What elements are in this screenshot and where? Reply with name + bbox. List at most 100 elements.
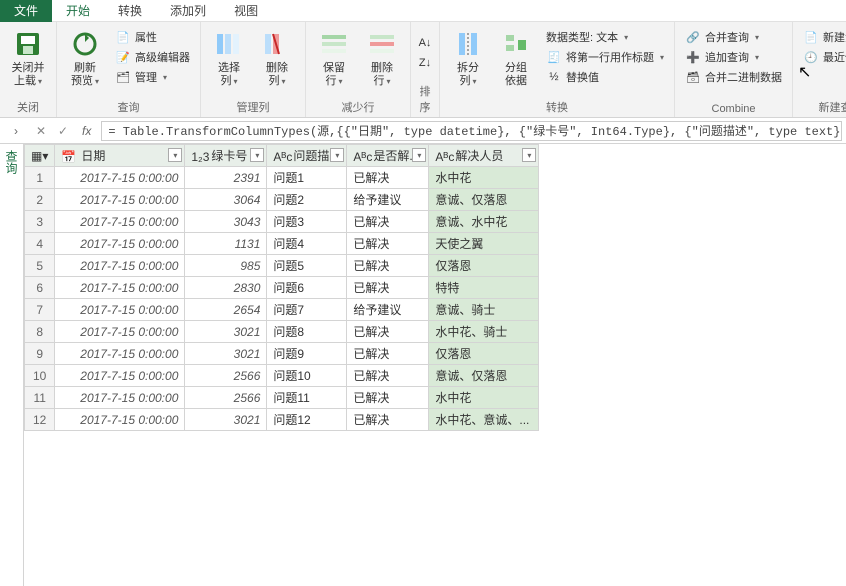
cell-date[interactable]: 2017-7-15 0:00:00 [55,343,185,365]
row-number[interactable]: 9 [25,343,55,365]
row-number[interactable]: 6 [25,277,55,299]
cell-card[interactable]: 2566 [185,387,267,409]
table-row[interactable]: 6 2017-7-15 0:00:00 2830 问题6 已解决 特特 [25,277,539,299]
cell-question[interactable]: 问题4 [267,233,347,255]
cell-question[interactable]: 问题5 [267,255,347,277]
table-row[interactable]: 10 2017-7-15 0:00:00 2566 问题10 已解决 意诚、仅落… [25,365,539,387]
groupby-button[interactable]: 分组 依据 [494,24,538,92]
cell-card[interactable]: 2830 [185,277,267,299]
cell-question[interactable]: 问题7 [267,299,347,321]
cell-card[interactable]: 3064 [185,189,267,211]
cell-status[interactable]: 给予建议 [347,299,429,321]
filter-icon[interactable]: ▾ [168,148,182,162]
table-row[interactable]: 5 2017-7-15 0:00:00 985 问题5 已解决 仅落恩 [25,255,539,277]
cell-status[interactable]: 已解决 [347,167,429,189]
data-grid-wrap[interactable]: ▦▾📅日期▾1₂3绿卡号▾Aᴮc问题描...▾Aᴮc是否解...▾Aᴮc解决人员… [24,144,846,586]
refresh-preview-button[interactable]: 刷新 预览 [63,24,107,92]
tab-convert[interactable]: 转换 [104,0,156,22]
manage-button[interactable]: 🗂管理 [111,68,194,86]
table-row[interactable]: 11 2017-7-15 0:00:00 2566 问题11 已解决 水中花 [25,387,539,409]
cell-status[interactable]: 给予建议 [347,189,429,211]
table-corner[interactable]: ▦▾ [25,145,55,167]
cell-person[interactable]: 意诚、仅落恩 [429,189,539,211]
cell-status[interactable]: 已解决 [347,321,429,343]
table-row[interactable]: 7 2017-7-15 0:00:00 2654 问题7 给予建议 意诚、骑士 [25,299,539,321]
sort-asc-button[interactable]: A↓ [417,35,433,51]
recent-sources-button[interactable]: 🕘最近使用的 [799,48,846,66]
tab-file[interactable]: 文件 [0,0,52,22]
cell-person[interactable]: 仅落恩 [429,255,539,277]
close-and-load-button[interactable]: 关闭并 上载 [6,24,50,92]
row-number[interactable]: 5 [25,255,55,277]
cell-card[interactable]: 985 [185,255,267,277]
sort-desc-button[interactable]: Z↓ [417,55,433,71]
combine-binary-button[interactable]: 🗃合并二进制数据 [681,68,786,86]
tab-view[interactable]: 视图 [220,0,272,22]
cell-date[interactable]: 2017-7-15 0:00:00 [55,277,185,299]
split-column-button[interactable]: 拆分 列 [446,24,490,92]
cell-date[interactable]: 2017-7-15 0:00:00 [55,211,185,233]
cell-question[interactable]: 问题1 [267,167,347,189]
keep-rows-button[interactable]: 保留 行 [312,24,356,92]
queries-rail-icon[interactable]: 查询 [3,150,20,174]
cell-card[interactable]: 2566 [185,365,267,387]
cell-status[interactable]: 已解决 [347,409,429,431]
table-row[interactable]: 12 2017-7-15 0:00:00 3021 问题12 已解决 水中花、意… [25,409,539,431]
cell-card[interactable]: 3021 [185,409,267,431]
cell-date[interactable]: 2017-7-15 0:00:00 [55,167,185,189]
cell-card[interactable]: 3043 [185,211,267,233]
cell-person[interactable]: 水中花 [429,167,539,189]
column-header[interactable]: Aᴮc解决人员▾ [429,145,539,167]
cell-person[interactable]: 天使之翼 [429,233,539,255]
remove-rows-button[interactable]: 删除 行 [360,24,404,92]
row-number[interactable]: 3 [25,211,55,233]
filter-icon[interactable]: ▾ [330,148,344,162]
column-header[interactable]: 📅日期▾ [55,145,185,167]
cell-card[interactable]: 3021 [185,343,267,365]
cell-question[interactable]: 问题2 [267,189,347,211]
row-number[interactable]: 1 [25,167,55,189]
cell-status[interactable]: 已解决 [347,233,429,255]
cell-status[interactable]: 已解决 [347,277,429,299]
cell-question[interactable]: 问题6 [267,277,347,299]
cell-question[interactable]: 问题3 [267,211,347,233]
cell-card[interactable]: 1131 [185,233,267,255]
table-row[interactable]: 9 2017-7-15 0:00:00 3021 问题9 已解决 仅落恩 [25,343,539,365]
row-number[interactable]: 4 [25,233,55,255]
row-number[interactable]: 8 [25,321,55,343]
cell-card[interactable]: 3021 [185,321,267,343]
remove-columns-button[interactable]: 删除 列 [255,24,299,92]
row-number[interactable]: 11 [25,387,55,409]
table-row[interactable]: 3 2017-7-15 0:00:00 3043 问题3 已解决 意诚、水中花 [25,211,539,233]
replace-values-button[interactable]: ½替换值 [542,68,668,86]
table-row[interactable]: 8 2017-7-15 0:00:00 3021 问题8 已解决 水中花、骑士 [25,321,539,343]
table-row[interactable]: 1 2017-7-15 0:00:00 2391 问题1 已解决 水中花 [25,167,539,189]
new-source-button[interactable]: 📄新建源 [799,28,846,46]
formula-cancel[interactable]: ✕ [32,124,50,138]
cell-date[interactable]: 2017-7-15 0:00:00 [55,387,185,409]
tab-addcolumn[interactable]: 添加列 [156,0,220,22]
row-number[interactable]: 12 [25,409,55,431]
cell-date[interactable]: 2017-7-15 0:00:00 [55,233,185,255]
cell-card[interactable]: 2391 [185,167,267,189]
cell-person[interactable]: 意诚、仅落恩 [429,365,539,387]
properties-button[interactable]: 📄属性 [111,28,194,46]
formula-confirm[interactable]: ✓ [54,124,72,138]
row-number[interactable]: 2 [25,189,55,211]
row-number[interactable]: 10 [25,365,55,387]
cell-status[interactable]: 已解决 [347,365,429,387]
cell-date[interactable]: 2017-7-15 0:00:00 [55,409,185,431]
filter-icon[interactable]: ▾ [250,148,264,162]
cell-date[interactable]: 2017-7-15 0:00:00 [55,299,185,321]
cell-question[interactable]: 问题12 [267,409,347,431]
formula-input[interactable]: = Table.TransformColumnTypes(源,{{"日期", t… [101,121,842,141]
cell-date[interactable]: 2017-7-15 0:00:00 [55,365,185,387]
datatype-button[interactable]: 数据类型: 文本 [542,28,668,46]
append-queries-button[interactable]: ➕追加查询 [681,48,786,66]
cell-question[interactable]: 问题11 [267,387,347,409]
cell-question[interactable]: 问题9 [267,343,347,365]
cell-person[interactable]: 特特 [429,277,539,299]
cell-date[interactable]: 2017-7-15 0:00:00 [55,321,185,343]
queries-pane-toggle[interactable]: › [4,124,28,138]
cell-status[interactable]: 已解决 [347,343,429,365]
